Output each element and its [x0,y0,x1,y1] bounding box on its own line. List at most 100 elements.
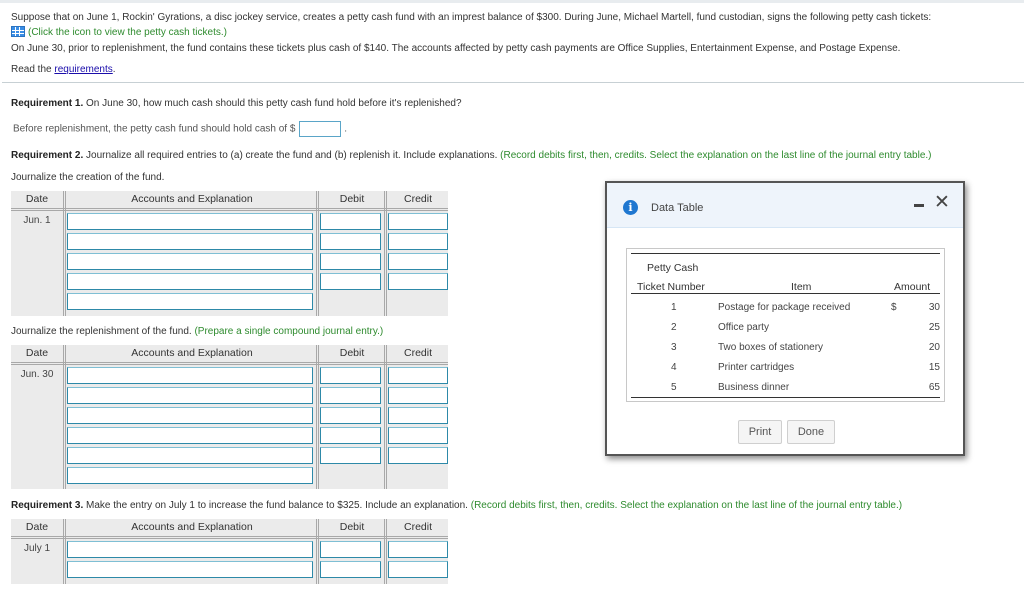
account-input[interactable] [67,447,313,464]
credit-input[interactable] [388,447,448,464]
credit-input[interactable] [388,541,448,558]
intro-text-2: On June 30, prior to replenishment, the … [11,43,901,54]
ticket-amount: 65 [928,382,940,393]
header-credit: Credit [403,347,432,359]
header-debit: Debit [339,347,365,359]
header-date: Date [25,521,49,533]
header-date: Date [25,193,49,205]
journal-row [11,405,448,425]
journal-row: Jun. 1 [11,211,448,231]
requirements-link[interactable]: requirements [54,64,112,75]
debit-input[interactable] [320,407,381,424]
debit-input[interactable] [320,273,381,290]
header-debit: Debit [339,193,365,205]
credit-input[interactable] [388,273,448,290]
requirement-3-question: Make the entry on July 1 to increase the… [83,500,471,511]
account-input[interactable] [67,387,313,404]
credit-input[interactable] [388,427,448,444]
view-tickets-link[interactable]: (Click the icon to view the petty cash t… [28,27,227,38]
section-divider [2,82,1024,83]
header-credit: Credit [403,193,432,205]
requirement-2-question: Journalize all required entries to (a) c… [83,150,501,161]
debit-input[interactable] [320,233,381,250]
ticket-number: 2 [671,322,677,333]
table-header-rule [631,293,940,294]
journal-row: July 1 [11,539,448,559]
debit-input[interactable] [320,561,381,578]
answer-suffix: . [344,123,347,135]
done-button[interactable]: Done [787,420,835,444]
credit-input[interactable] [388,387,448,404]
header-item: Item [791,281,812,293]
header-accounts: Accounts and Explanation [131,193,253,205]
account-input[interactable] [67,407,313,424]
journal-explanation-row [11,291,448,311]
account-input[interactable] [67,273,313,290]
journal-header: Date Accounts and Explanation Debit Cred… [11,191,448,211]
minimize-icon[interactable] [914,204,924,207]
journal-header: Date Accounts and Explanation Debit Cred… [11,519,448,539]
journal-explanation-row [11,465,448,485]
journal-date: Jun. 1 [23,215,51,226]
read-requirements-row: Read the requirements. [11,64,116,76]
info-icon: i [623,200,638,215]
account-input[interactable] [67,561,313,578]
debit-input[interactable] [320,213,381,230]
requirement-1-text: Requirement 1. On June 30, how much cash… [11,98,462,110]
debit-input[interactable] [320,541,381,558]
debit-input[interactable] [320,367,381,384]
requirement-3-instruction: (Record debits first, then, credits. Sel… [470,500,903,511]
data-table-dialog: i Data Table ✕ Petty Cash Ticket Number … [605,181,965,456]
header-debit: Debit [339,521,365,533]
account-input[interactable] [67,427,313,444]
debit-input[interactable] [320,427,381,444]
credit-input[interactable] [388,561,448,578]
table-grid-icon[interactable] [11,26,25,37]
requirement-2-label: Requirement 2. [11,150,84,161]
requirement-3-label: Requirement 3. [11,500,84,511]
explanation-input[interactable] [67,293,313,310]
debit-input[interactable] [320,253,381,270]
requirement-1-label: Requirement 1. [11,98,84,109]
ticket-number: 5 [671,382,677,393]
credit-input[interactable] [388,367,448,384]
table-bottom-rule [631,397,940,398]
credit-input[interactable] [388,233,448,250]
close-icon[interactable]: ✕ [934,192,950,212]
ticket-item: Two boxes of stationery [718,342,824,353]
account-input[interactable] [67,213,313,230]
journal-row: Jun. 30 [11,365,448,385]
account-input[interactable] [67,233,313,250]
account-input[interactable] [67,253,313,270]
requirement-2-text: Requirement 2. Journalize all required e… [11,150,932,162]
credit-input[interactable] [388,213,448,230]
credit-input[interactable] [388,253,448,270]
explanation-input[interactable] [67,467,313,484]
dialog-header[interactable]: i Data Table ✕ [607,183,963,228]
journal-header: Date Accounts and Explanation Debit Cred… [11,345,448,365]
ticket-item: Office party [718,322,769,333]
tickets-link-row[interactable]: (Click the icon to view the petty cash t… [11,26,227,39]
journal-table-replenishment: Date Accounts and Explanation Debit Cred… [11,345,448,489]
currency-symbol: $ [891,302,897,313]
header-petty-cash: Petty Cash [647,262,699,274]
replenishment-instruction: (Prepare a single compound journal entry… [194,326,384,337]
account-input[interactable] [67,367,313,384]
cash-before-replenishment-input[interactable] [299,121,342,137]
print-button[interactable]: Print [738,420,782,444]
replenishment-label-row: Journalize the replenishment of the fund… [11,326,383,338]
requirement-1-question: On June 30, how much cash should this pe… [83,98,462,109]
journal-row [11,251,448,271]
header-ticket-number: Ticket Number [637,281,705,293]
ticket-amount: 20 [928,342,940,353]
period: . [112,64,116,75]
header-credit: Credit [403,521,432,533]
credit-input[interactable] [388,407,448,424]
requirement-1-answer-row: Before replenishment, the petty cash fun… [13,121,347,137]
journal-date: Jun. 30 [20,369,54,380]
journal-table-increase: Date Accounts and Explanation Debit Cred… [11,519,448,584]
debit-input[interactable] [320,447,381,464]
account-input[interactable] [67,541,313,558]
intro-text: Suppose that on June 1, Rockin' Gyration… [11,12,932,23]
debit-input[interactable] [320,387,381,404]
